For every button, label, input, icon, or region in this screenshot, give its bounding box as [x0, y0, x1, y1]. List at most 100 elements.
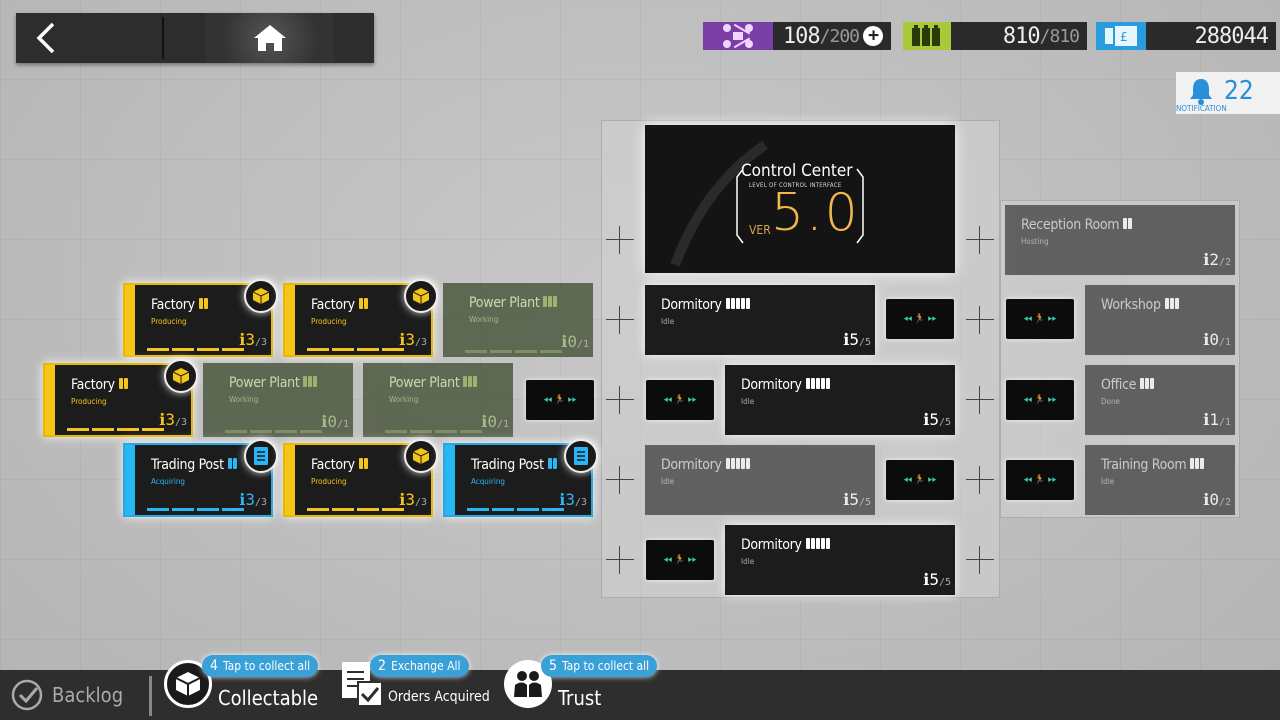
build-slot[interactable] [960, 540, 1000, 580]
facility-reception-room[interactable]: Reception Room Hosting ℹ2/2 [1005, 205, 1235, 275]
facility-max: /1 [496, 419, 509, 430]
exit-door-icon[interactable]: ◂◂ 🏃 ▸▸ [886, 299, 954, 339]
facility-office[interactable]: Office Done ℹ1/1 [1085, 365, 1235, 435]
facility-level: 0 [1209, 490, 1219, 509]
facility-max: /2 [1218, 497, 1231, 508]
facility-max: /3 [414, 497, 427, 508]
control-center-card[interactable]: Control Center LEVEL OF CONTROL INTERFAC… [645, 125, 955, 273]
facility-level: 5 [929, 570, 939, 589]
exit-door-icon[interactable]: ◂◂ 🏃 ▸▸ [1006, 380, 1074, 420]
facility-status: Hosting [1021, 237, 1049, 246]
build-slot[interactable] [600, 300, 640, 340]
notification-label: NOTIFICATION [1176, 104, 1227, 113]
facility-level: 3 [405, 490, 415, 509]
facility-power-plant[interactable]: Power Plant Working ℹ0/1 [363, 363, 513, 437]
facility-power-plant[interactable]: Power Plant Working ℹ0/1 [203, 363, 353, 437]
svg-text:£: £ [1120, 30, 1128, 44]
box-collect-icon[interactable] [244, 279, 278, 313]
facility-max: /3 [414, 337, 427, 348]
facility-level: 3 [565, 490, 575, 509]
facility-max: /1 [576, 339, 589, 350]
bottom-divider [149, 676, 152, 716]
document-collect-icon[interactable] [564, 439, 598, 473]
facility-dormitory[interactable]: Dormitory Idle ℹ5/5 [725, 525, 955, 595]
collectable-pill[interactable]: 4 Tap to collect all [202, 655, 319, 677]
box-collect-icon[interactable] [164, 359, 198, 393]
exit-door-icon[interactable]: ◂◂ 🏃 ▸▸ [886, 460, 954, 500]
notification-button[interactable]: 22 NOTIFICATION [1176, 72, 1280, 114]
facility-max: /5 [858, 497, 871, 508]
battery-max: /810 [1039, 25, 1080, 47]
facility-power-plant[interactable]: Power Plant Working ℹ0/1 [443, 283, 593, 357]
facility-status: Idle [1101, 477, 1115, 486]
facility-status: Producing [71, 397, 107, 406]
facility-dormitory[interactable]: Dormitory Idle ℹ5/5 [645, 285, 875, 355]
build-slot[interactable] [600, 460, 640, 500]
facility-name: Power Plant [389, 375, 460, 391]
facility-level: 0 [1209, 330, 1219, 349]
chevron-left-icon [36, 22, 55, 54]
battery-resource: 810/810 [903, 22, 1087, 50]
trust-label: Trust [558, 686, 602, 710]
home-button[interactable] [206, 13, 334, 63]
orders-pill-text: Exchange All [391, 659, 461, 673]
facility-dormitory[interactable]: Dormitory Idle ℹ5/5 [725, 365, 955, 435]
exit-door-icon[interactable]: ◂◂ 🏃 ▸▸ [526, 380, 594, 420]
facility-level: 0 [327, 412, 337, 431]
exit-door-icon[interactable]: ◂◂ 🏃 ▸▸ [1006, 460, 1074, 500]
facility-level: 5 [849, 490, 859, 509]
exit-door-icon[interactable]: ◂◂ 🏃 ▸▸ [1006, 299, 1074, 339]
exit-door-icon[interactable]: ◂◂ 🏃 ▸▸ [646, 380, 714, 420]
backlog-button[interactable]: Backlog [10, 678, 123, 712]
facility-status: Working [229, 395, 259, 404]
facility-name: Factory [311, 457, 355, 473]
build-slot[interactable] [960, 380, 1000, 420]
orders-pill[interactable]: 2 Exchange All [370, 655, 469, 677]
build-slot[interactable] [600, 540, 640, 580]
facility-max: /1 [1218, 417, 1231, 428]
facility-status: Idle [741, 557, 755, 566]
top-nav [16, 13, 374, 63]
facility-status: Working [389, 395, 419, 404]
facility-status: Acquiring [471, 477, 505, 486]
box-collect-icon[interactable] [404, 279, 438, 313]
facility-name: Trading Post [151, 457, 224, 473]
trust-pill[interactable]: 5 Tap to collect all [541, 655, 658, 677]
exit-door-icon[interactable]: ◂◂ 🏃 ▸▸ [646, 540, 714, 580]
facility-max: /5 [938, 417, 951, 428]
control-center-title: Control Center [741, 161, 853, 181]
ticket-resource: £ 288044 [1096, 22, 1276, 50]
collectable-label: Collectable [218, 686, 319, 710]
facility-level: 3 [245, 330, 255, 349]
facility-training-room[interactable]: Training Room Idle ℹ0/2 [1085, 445, 1235, 515]
nav-divider [162, 17, 164, 59]
facility-max: /5 [938, 577, 951, 588]
facility-dormitory[interactable]: Dormitory Idle ℹ5/5 [645, 445, 875, 515]
build-slot[interactable] [600, 380, 640, 420]
trust-pill-text: Tap to collect all [562, 659, 650, 673]
facility-max: /1 [336, 419, 349, 430]
collectable-pill-text: Tap to collect all [223, 659, 311, 673]
orders-label: Orders Acquired [388, 689, 490, 705]
facility-name: Trading Post [471, 457, 544, 473]
facility-status: Acquiring [151, 477, 185, 486]
drone-count: 108 [782, 23, 821, 49]
notification-count: 22 [1224, 76, 1254, 106]
build-slot[interactable] [600, 220, 640, 260]
build-slot[interactable] [960, 460, 1000, 500]
document-collect-icon[interactable] [244, 439, 278, 473]
facility-level: 3 [405, 330, 415, 349]
facility-name: Dormitory [661, 297, 722, 313]
back-button[interactable] [26, 19, 66, 57]
build-slot[interactable] [960, 220, 1000, 260]
facility-status: Done [1101, 397, 1120, 406]
add-drones-button[interactable]: + [863, 26, 883, 46]
facility-max: /1 [1218, 337, 1231, 348]
box-collect-icon[interactable] [404, 439, 438, 473]
facility-workshop[interactable]: Workshop ℹ0/1 [1085, 285, 1235, 355]
battery-count: 810 [1002, 23, 1041, 49]
facility-name: Power Plant [469, 295, 540, 311]
control-center-ver-label: VER [749, 223, 771, 237]
control-center-version: 5.0 [771, 183, 860, 243]
build-slot[interactable] [960, 300, 1000, 340]
